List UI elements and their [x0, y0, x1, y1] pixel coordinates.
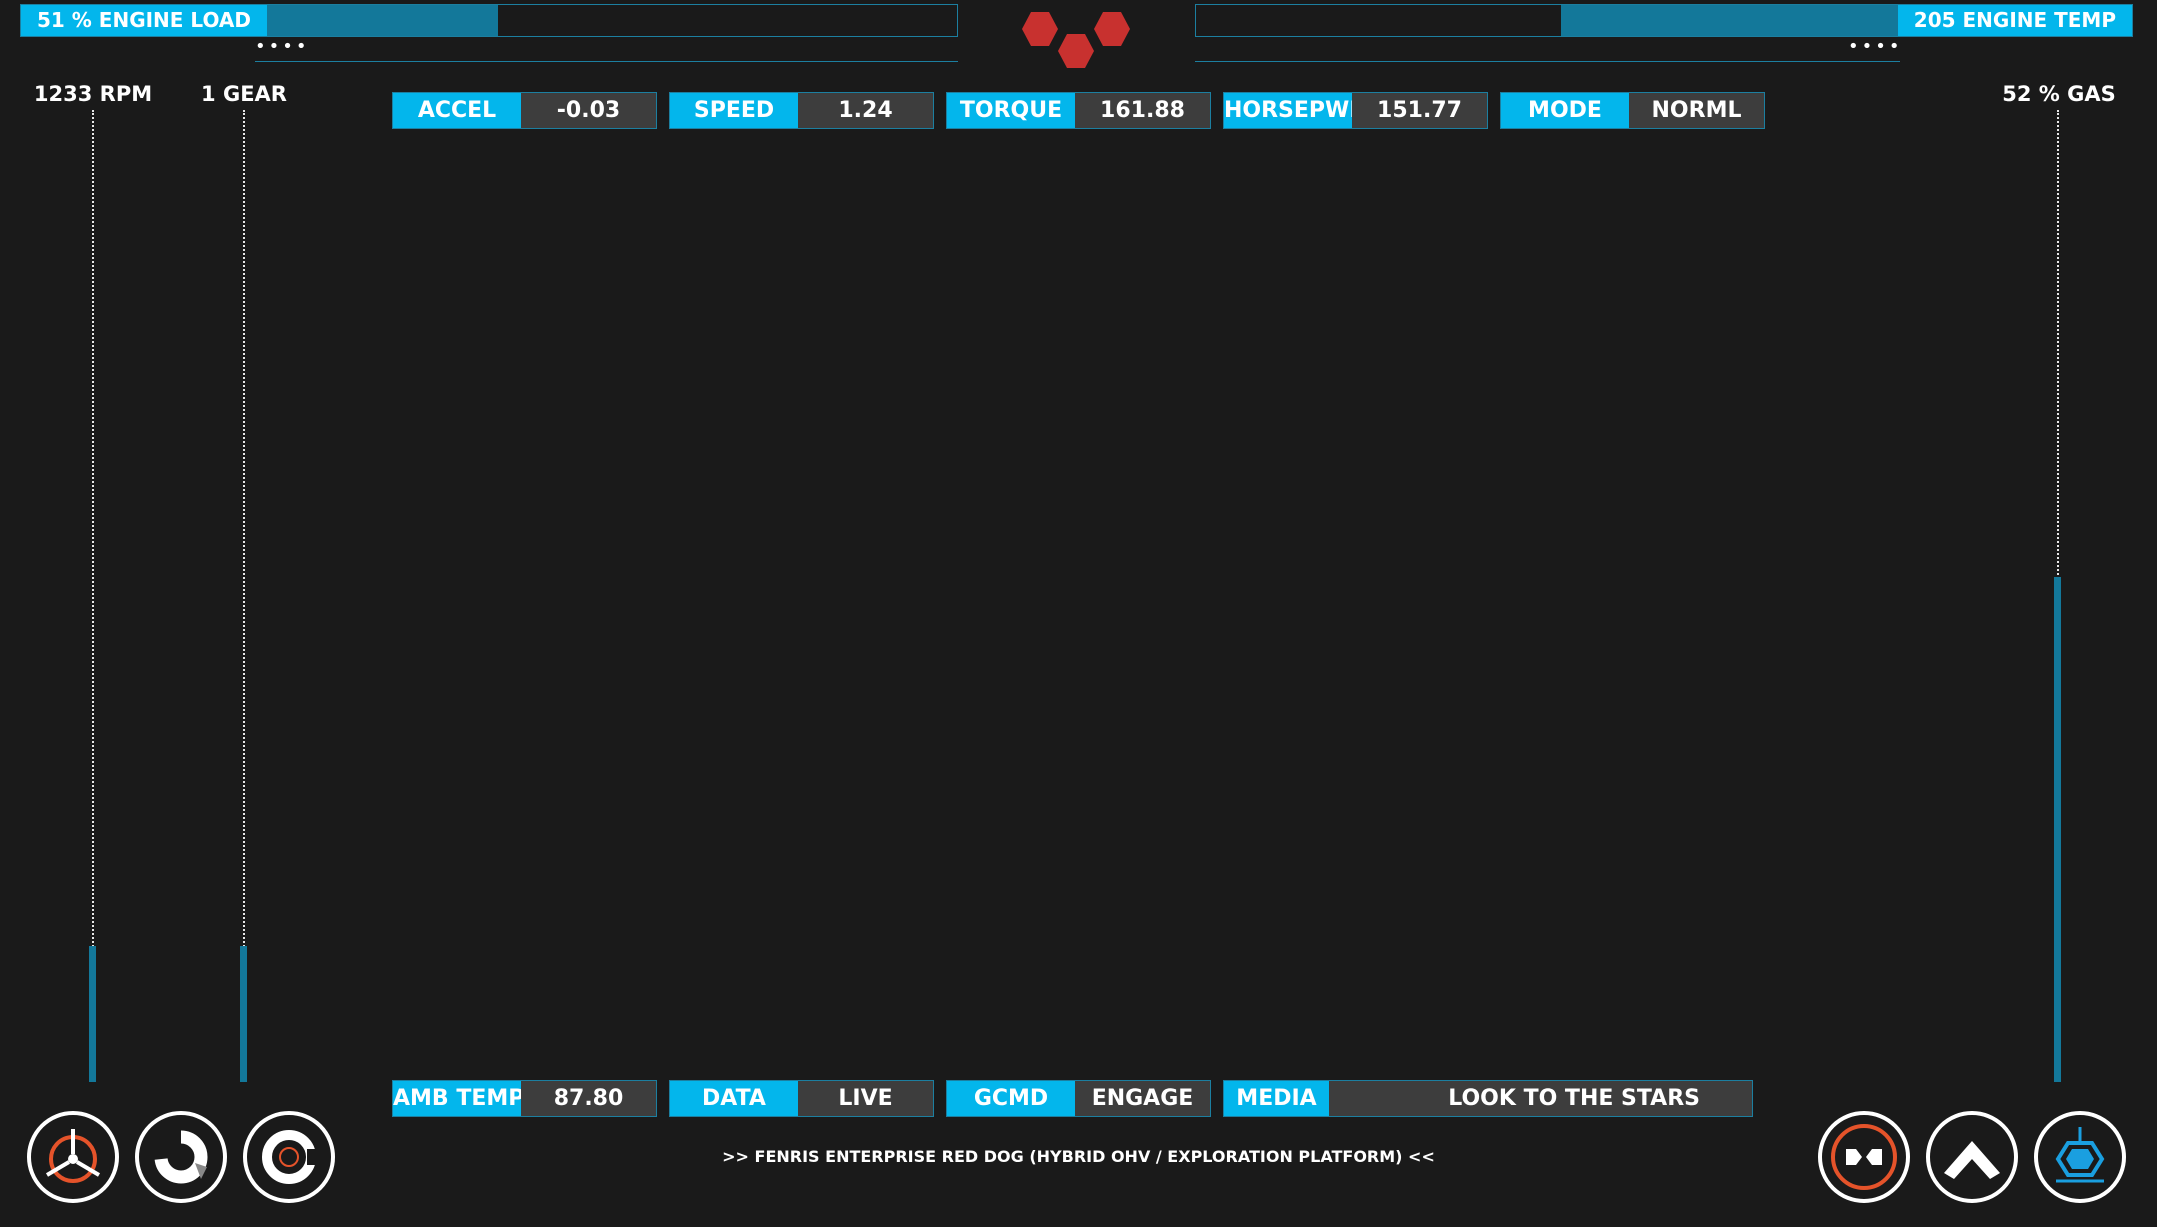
- rpm-gauge-fill: [89, 946, 96, 1082]
- stat-value: -0.03: [521, 93, 656, 128]
- steering-button[interactable]: [27, 1111, 119, 1203]
- stat-key: DATA: [670, 1081, 798, 1116]
- stat-value: ENGAGE: [1075, 1081, 1210, 1116]
- stat-media[interactable]: MEDIA LOOK TO THE STARS: [1223, 1080, 1753, 1117]
- stat-value: 1.24: [798, 93, 933, 128]
- stat-data[interactable]: DATA LIVE: [669, 1080, 934, 1117]
- rpm-gauge-track: [92, 110, 94, 1082]
- gear-label: 1 GEAR: [201, 82, 287, 106]
- stat-key: MODE: [1501, 93, 1629, 128]
- gas-label: 52 % GAS: [2002, 82, 2116, 106]
- hexagon-icon: [1094, 12, 1130, 46]
- engine-load-label: 51 % ENGINE LOAD: [21, 5, 267, 36]
- target-button[interactable]: [243, 1111, 335, 1203]
- stat-value: 161.88: [1075, 93, 1210, 128]
- gear-gauge-fill: [240, 946, 247, 1082]
- connect-button[interactable]: [1818, 1111, 1910, 1203]
- stat-gcmd[interactable]: GCMD ENGAGE: [946, 1080, 1211, 1117]
- stats-button[interactable]: [135, 1111, 227, 1203]
- stat-mode[interactable]: MODE NORML: [1500, 92, 1765, 129]
- stat-value: 151.77: [1352, 93, 1487, 128]
- gear-gauge-track: [243, 110, 245, 1082]
- stat-torque: TORQUE 161.88: [946, 92, 1211, 129]
- stat-value: NORML: [1629, 93, 1764, 128]
- engine-load-bar: 51 % ENGINE LOAD: [20, 4, 958, 37]
- stat-value: 87.80: [521, 1081, 656, 1116]
- stat-value: LOOK TO THE STARS: [1329, 1081, 1752, 1116]
- hexagon-platform-icon: [2055, 1127, 2105, 1183]
- stat-key: ACCEL: [393, 93, 521, 128]
- stat-horsepower: HORSEPWR 151.77: [1223, 92, 1488, 129]
- stat-speed: SPEED 1.24: [669, 92, 934, 129]
- stat-accel: ACCEL -0.03: [392, 92, 657, 129]
- up-button[interactable]: [1926, 1111, 2018, 1203]
- steering-wheel-icon: [45, 1129, 101, 1183]
- engine-temp-label: 205 ENGINE TEMP: [1897, 5, 2132, 36]
- engine-temp-bar: 205 ENGINE TEMP: [1195, 4, 2133, 37]
- stat-key: SPEED: [670, 93, 798, 128]
- dots-indicator-right: ••••: [1848, 36, 1903, 57]
- hexagon-icon: [1058, 34, 1094, 68]
- stat-key: TORQUE: [947, 93, 1075, 128]
- stat-key: HORSEPWR: [1224, 93, 1352, 128]
- stat-value: LIVE: [798, 1081, 933, 1116]
- platform-button[interactable]: [2034, 1111, 2126, 1203]
- rpm-label: 1233 RPM: [33, 82, 153, 106]
- divider-left: [255, 61, 958, 62]
- divider-right: [1195, 61, 1900, 62]
- stat-amb-temp: AMB TEMP 87.80: [392, 1080, 657, 1117]
- connect-arrows-icon: [1831, 1124, 1897, 1190]
- stat-key: GCMD: [947, 1081, 1075, 1116]
- dots-indicator-left: ••••: [255, 36, 310, 57]
- stat-key: AMB TEMP: [393, 1081, 521, 1116]
- hexagon-icon: [1022, 12, 1058, 46]
- chevron-up-icon: [1944, 1141, 2000, 1179]
- donut-chart-icon: [154, 1130, 208, 1184]
- stat-key: MEDIA: [1224, 1081, 1329, 1116]
- gas-gauge-fill: [2054, 577, 2061, 1082]
- gear-target-icon: [262, 1130, 317, 1184]
